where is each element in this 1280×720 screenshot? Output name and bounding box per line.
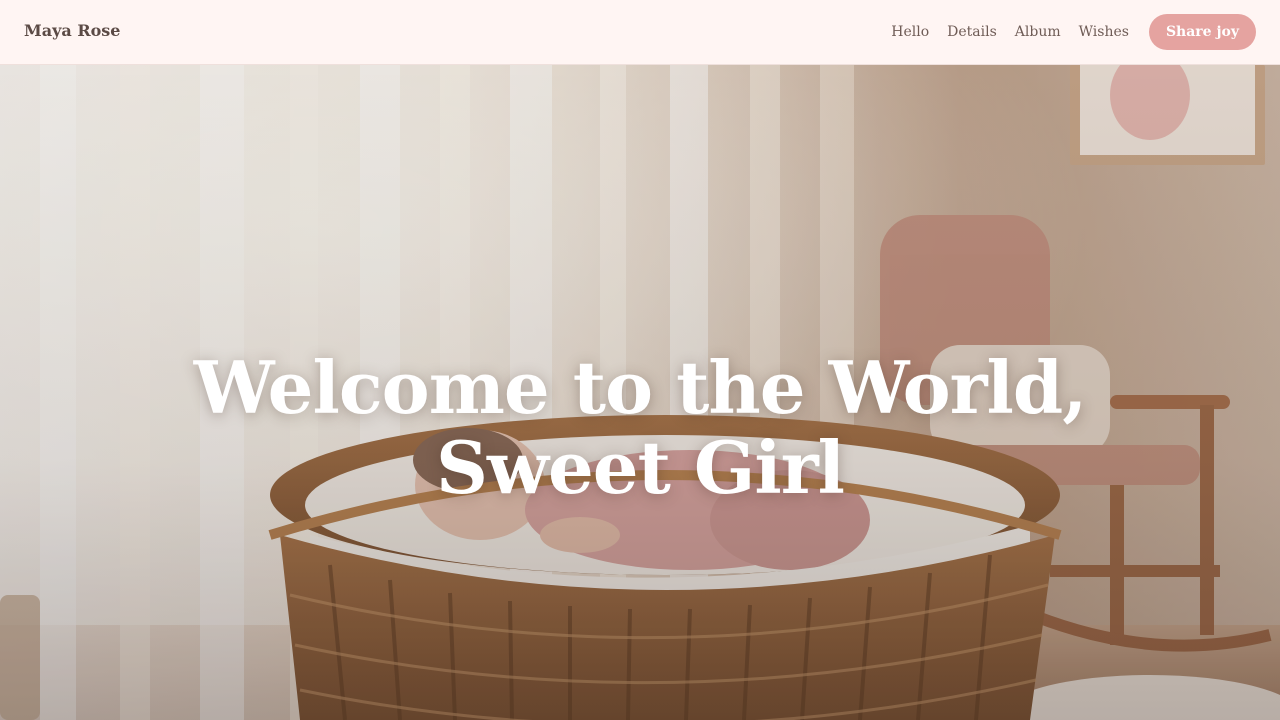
- share-joy-button[interactable]: Share joy: [1148, 14, 1256, 50]
- hero-title-line-1: Welcome to the World,: [193, 345, 1088, 430]
- hero-title: Welcome to the World, Sweet Girl: [0, 348, 1280, 508]
- nav-link-hello[interactable]: Hello: [891, 24, 929, 40]
- main-nav: Hello Details Album Wishes Share joy: [891, 14, 1256, 50]
- brand-logo[interactable]: Maya Rose: [24, 21, 120, 40]
- nav-link-details[interactable]: Details: [947, 24, 997, 40]
- nav-link-wishes[interactable]: Wishes: [1079, 24, 1129, 40]
- site-header: Maya Rose Hello Details Album Wishes Sha…: [0, 0, 1280, 65]
- nav-link-album[interactable]: Album: [1015, 24, 1061, 40]
- hero-section: Welcome to the World, Sweet Girl: [0, 65, 1280, 720]
- page: Maya Rose Hello Details Album Wishes Sha…: [0, 0, 1280, 720]
- hero-title-line-2: Sweet Girl: [435, 425, 845, 510]
